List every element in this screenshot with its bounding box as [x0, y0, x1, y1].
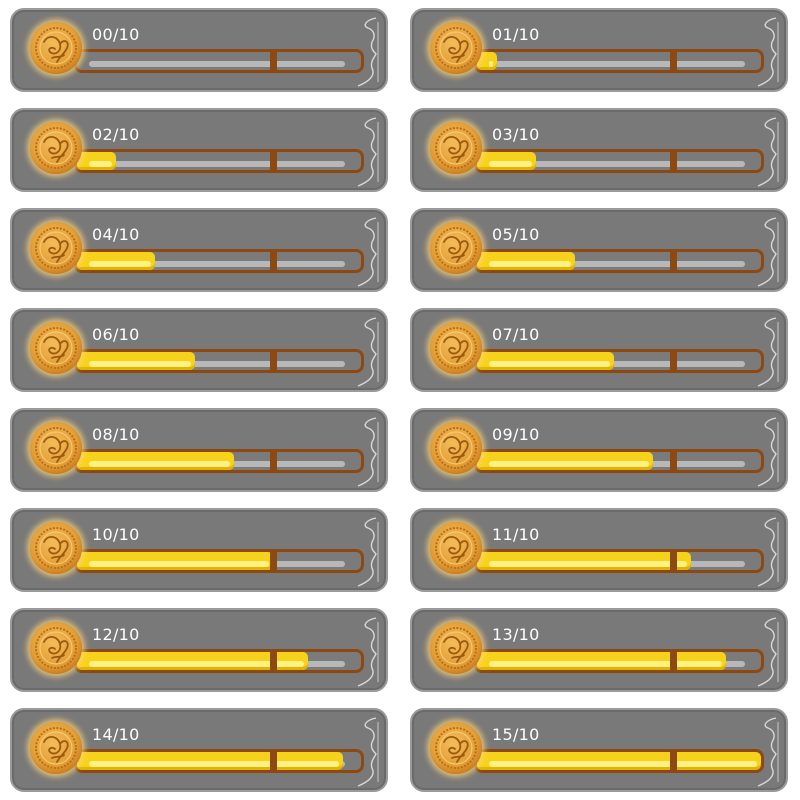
- progress-panel-14-of-10: 14/10: [10, 708, 388, 792]
- progress-count-label: 00/10: [92, 25, 140, 44]
- gold-coin-icon: [30, 322, 82, 374]
- progress-track: [74, 49, 364, 73]
- progress-track: [474, 149, 764, 173]
- progress-track: [74, 249, 364, 273]
- progress-track: [474, 649, 764, 673]
- capacity-marker: [270, 52, 277, 70]
- capacity-marker: [670, 352, 677, 370]
- progress-count-label: 09/10: [492, 425, 540, 444]
- progress-fill-highlight: [89, 261, 152, 267]
- capacity-marker: [670, 552, 677, 570]
- progress-fill-highlight: [489, 461, 650, 467]
- capacity-marker: [270, 552, 277, 570]
- capacity-marker: [670, 752, 677, 770]
- capacity-marker: [670, 152, 677, 170]
- progress-fill-highlight: [489, 761, 757, 767]
- capacity-marker: [270, 152, 277, 170]
- gold-coin-icon: [30, 522, 82, 574]
- gold-coin-icon: [30, 722, 82, 774]
- progress-count-label: 14/10: [92, 725, 140, 744]
- progress-panel-13-of-10: 13/10: [410, 608, 788, 692]
- progress-track: [474, 549, 764, 573]
- progress-fill-highlight: [489, 61, 493, 67]
- progress-fill-highlight: [89, 161, 113, 167]
- progress-panel-04-of-10: 04/10: [10, 208, 388, 292]
- gold-coin-icon: [30, 422, 82, 474]
- gold-coin-icon: [430, 222, 482, 274]
- progress-track: [474, 749, 764, 773]
- progress-count-label: 10/10: [92, 525, 140, 544]
- progress-fill-highlight: [89, 461, 230, 467]
- progress-fill-highlight: [489, 361, 611, 367]
- progress-panel-08-of-10: 08/10: [10, 408, 388, 492]
- gold-coin-icon: [30, 122, 82, 174]
- progress-panel-15-of-10: 15/10: [410, 708, 788, 792]
- progress-panel-11-of-10: 11/10: [410, 508, 788, 592]
- gold-coin-icon: [430, 422, 482, 474]
- progress-track: [74, 349, 364, 373]
- progress-count-label: 12/10: [92, 625, 140, 644]
- progress-fill-highlight: [89, 361, 191, 367]
- progress-track: [474, 49, 764, 73]
- gold-coin-icon: [430, 122, 482, 174]
- progress-fill-highlight: [89, 561, 269, 567]
- progress-track: [74, 149, 364, 173]
- empty-bar: [89, 61, 345, 67]
- progress-panel-05-of-10: 05/10: [410, 208, 788, 292]
- progress-count-label: 03/10: [492, 125, 540, 144]
- gold-coin-icon: [430, 322, 482, 374]
- gold-coin-icon: [430, 622, 482, 674]
- progress-track: [74, 449, 364, 473]
- progress-track: [74, 749, 364, 773]
- progress-fill-highlight: [489, 161, 532, 167]
- progress-track: [474, 349, 764, 373]
- progress-fill-highlight: [489, 261, 571, 267]
- gold-coin-icon: [430, 522, 482, 574]
- capacity-marker: [670, 252, 677, 270]
- capacity-marker: [270, 252, 277, 270]
- capacity-marker: [670, 452, 677, 470]
- progress-count-label: 07/10: [492, 325, 540, 344]
- progress-panel-03-of-10: 03/10: [410, 108, 788, 192]
- gold-coin-icon: [430, 722, 482, 774]
- progress-track: [474, 449, 764, 473]
- progress-count-label: 05/10: [492, 225, 540, 244]
- progress-count-label: 01/10: [492, 25, 540, 44]
- progress-panel-10-of-10: 10/10: [10, 508, 388, 592]
- capacity-marker: [270, 452, 277, 470]
- progress-panel-09-of-10: 09/10: [410, 408, 788, 492]
- progress-fill-highlight: [489, 661, 722, 667]
- gold-coin-icon: [30, 622, 82, 674]
- gold-coin-icon: [30, 22, 82, 74]
- gold-coin-icon: [30, 222, 82, 274]
- progress-count-label: 02/10: [92, 125, 140, 144]
- progress-panel-07-of-10: 07/10: [410, 308, 788, 392]
- capacity-marker: [270, 352, 277, 370]
- progress-count-label: 11/10: [492, 525, 540, 544]
- progress-count-label: 04/10: [92, 225, 140, 244]
- progress-count-label: 08/10: [92, 425, 140, 444]
- progress-fill-highlight: [89, 761, 340, 767]
- gold-coin-icon: [430, 22, 482, 74]
- progress-count-label: 06/10: [92, 325, 140, 344]
- progress-track: [74, 549, 364, 573]
- progress-panel-12-of-10: 12/10: [10, 608, 388, 692]
- meter-grid: 00/10 01/10 02/10 03/10 04/10 05/10 06/1…: [0, 0, 800, 800]
- progress-count-label: 15/10: [492, 725, 540, 744]
- empty-bar: [89, 161, 345, 167]
- capacity-marker: [670, 652, 677, 670]
- progress-fill-highlight: [489, 561, 687, 567]
- progress-panel-01-of-10: 01/10: [410, 8, 788, 92]
- progress-panel-02-of-10: 02/10: [10, 108, 388, 192]
- capacity-marker: [670, 52, 677, 70]
- progress-track: [74, 649, 364, 673]
- empty-bar: [489, 61, 745, 67]
- capacity-marker: [270, 652, 277, 670]
- progress-panel-00-of-10: 00/10: [10, 8, 388, 92]
- progress-track: [474, 249, 764, 273]
- progress-count-label: 13/10: [492, 625, 540, 644]
- progress-panel-06-of-10: 06/10: [10, 308, 388, 392]
- capacity-marker: [270, 752, 277, 770]
